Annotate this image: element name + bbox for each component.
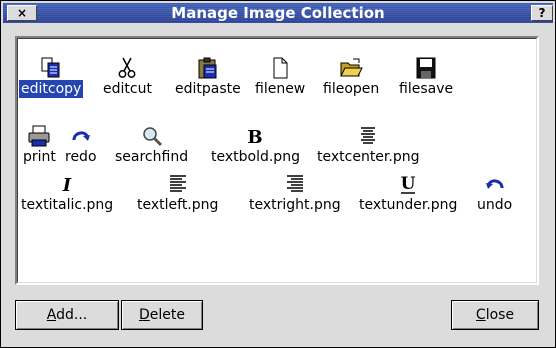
floppy-disk-icon	[416, 57, 436, 79]
printer-icon	[28, 125, 50, 147]
image-item-textitalic[interactable]: I textitalic.png	[19, 172, 115, 214]
close-button[interactable]: Close	[451, 300, 539, 330]
image-item-redo[interactable]: redo	[63, 124, 99, 166]
image-item-textunder[interactable]: U textunder.png	[357, 172, 459, 214]
align-center-icon	[361, 127, 376, 144]
image-item-textleft[interactable]: textleft.png	[135, 172, 220, 214]
image-item-undo[interactable]: undo	[475, 172, 514, 214]
scissors-icon	[119, 57, 136, 78]
image-item-filesave[interactable]: filesave	[397, 56, 455, 98]
editcopy-icon	[41, 57, 60, 78]
align-right-icon	[286, 175, 303, 192]
add-button[interactable]: Add...	[15, 300, 119, 330]
image-icon-view[interactable]: editcopy editcut editpaste filenew fileo…	[15, 36, 539, 285]
underline-u-icon: U	[401, 174, 416, 194]
image-item-fileopen[interactable]: fileopen	[321, 56, 381, 98]
svg-text:B: B	[248, 127, 263, 148]
magnifier-icon	[142, 127, 162, 147]
svg-text:I: I	[62, 175, 72, 196]
image-item-textbold[interactable]: B textbold.png	[209, 124, 302, 166]
image-item-editcut[interactable]: editcut	[101, 56, 154, 98]
title-bar[interactable]: Manage Image Collection × ?	[3, 3, 553, 23]
open-folder-icon	[340, 58, 363, 77]
align-left-icon	[169, 175, 186, 192]
redo-arrow-icon	[72, 131, 90, 141]
close-window-icon[interactable]: ×	[7, 5, 37, 21]
new-file-icon	[273, 57, 288, 79]
image-item-editpaste[interactable]: editpaste	[173, 56, 243, 98]
image-item-filenew[interactable]: filenew	[253, 56, 307, 98]
image-item-print[interactable]: print	[21, 124, 58, 166]
svg-text:U: U	[401, 174, 416, 194]
window-title: Manage Image Collection	[171, 4, 385, 22]
image-item-textcenter[interactable]: textcenter.png	[315, 124, 421, 166]
image-item-editcopy[interactable]: editcopy	[19, 56, 84, 98]
undo-arrow-icon	[485, 179, 504, 189]
italic-i-icon: I	[62, 175, 72, 196]
image-item-searchfind[interactable]: searchfind	[113, 124, 190, 166]
dialog-window: Manage Image Collection × ? editcopy edi…	[0, 0, 556, 348]
image-item-textright[interactable]: textright.png	[247, 172, 343, 214]
clipboard-icon	[198, 57, 217, 79]
bold-b-icon: B	[248, 127, 263, 148]
help-icon[interactable]: ?	[531, 5, 553, 21]
delete-button[interactable]: Delete	[121, 300, 203, 330]
